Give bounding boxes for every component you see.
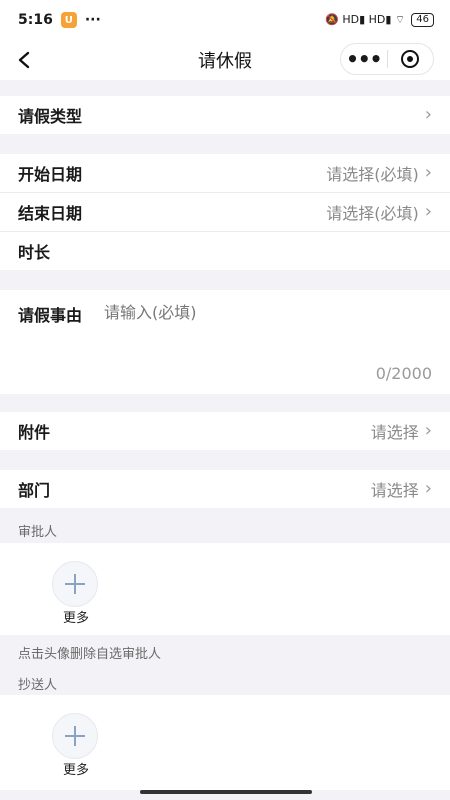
attachment-row[interactable]: 附件 请选择 › <box>0 412 450 450</box>
page-title: 请休假 <box>198 51 252 72</box>
reason-input[interactable] <box>104 300 424 324</box>
plus-icon <box>65 574 85 594</box>
more-dots-icon: ••• <box>346 47 382 71</box>
start-date-right: 请选择(必填) › <box>326 161 432 185</box>
approver-caption: 审批人 <box>18 525 58 540</box>
chevron-right-icon: › <box>424 201 432 222</box>
cc-more-label: 更多 <box>62 763 89 778</box>
chevron-right-icon: › <box>424 104 432 125</box>
attachment-label: 附件 <box>18 423 51 442</box>
add-cc-button[interactable] <box>52 713 98 759</box>
approver-block: 更多 <box>0 543 450 635</box>
start-date-label: 开始日期 <box>18 165 83 184</box>
reason-char-counter: 0/2000 <box>375 364 432 383</box>
leave-type-row[interactable]: 请假类型 › <box>0 96 450 134</box>
reason-label: 请假事由 <box>18 306 83 325</box>
status-right: 🔕 HD▮ HD▮ ︎⌔ 46 <box>325 13 434 27</box>
department-label: 部门 <box>18 481 51 500</box>
chevron-right-icon: › <box>424 162 432 183</box>
leave-type-label: 请假类型 <box>18 107 83 126</box>
mini-program-capsule: ••• <box>340 43 434 75</box>
add-approver-button[interactable] <box>52 561 98 607</box>
status-time: 5:16 <box>18 12 53 28</box>
end-date-row[interactable]: 结束日期 请选择(必填) › <box>0 193 450 231</box>
end-date-right: 请选择(必填) › <box>326 200 432 224</box>
reason-block: 请假事由 0/2000 <box>0 290 450 394</box>
end-date-label: 结束日期 <box>18 204 83 223</box>
signal-icons: 🔕 HD▮ HD▮ ︎⌔ <box>325 13 406 26</box>
cc-caption: 抄送人 <box>18 678 58 693</box>
status-more-icon: ··· <box>84 12 101 28</box>
department-row[interactable]: 部门 请选择 › <box>0 470 450 508</box>
status-bar: 5:16 U ··· 🔕 HD▮ HD▮ ︎⌔ 46 <box>0 0 450 40</box>
start-date-row[interactable]: 开始日期 请选择(必填) › <box>0 154 450 192</box>
status-left: 5:16 U ··· <box>18 12 101 28</box>
chevron-right-icon: › <box>424 420 432 441</box>
chevron-right-icon: › <box>424 478 432 499</box>
plus-icon <box>65 726 85 746</box>
back-arrow-icon <box>18 51 30 69</box>
approver-more-label: 更多 <box>62 611 89 626</box>
app-notification-icon: U <box>60 12 77 28</box>
approver-hint: 点击头像删除自选审批人 <box>18 647 162 662</box>
back-button[interactable] <box>12 48 36 72</box>
department-value: 请选择 <box>370 481 419 500</box>
nav-bar: 请休假 ••• <box>0 40 450 80</box>
leave-type-right: › <box>425 106 432 124</box>
duration-row: 时长 <box>0 232 450 270</box>
department-right: 请选择 › <box>371 477 432 501</box>
home-indicator[interactable] <box>140 790 312 794</box>
close-mini-program-button[interactable] <box>388 44 434 74</box>
end-date-value: 请选择(必填) <box>326 204 419 223</box>
target-icon <box>401 50 420 68</box>
attachment-right: 请选择 › <box>371 419 432 443</box>
duration-label: 时长 <box>18 243 51 262</box>
start-date-value: 请选择(必填) <box>326 165 419 184</box>
cc-block: 更多 <box>0 695 450 790</box>
battery-icon: 46 <box>411 13 434 27</box>
attachment-value: 请选择 <box>370 423 419 442</box>
more-menu-button[interactable]: ••• <box>341 44 387 74</box>
